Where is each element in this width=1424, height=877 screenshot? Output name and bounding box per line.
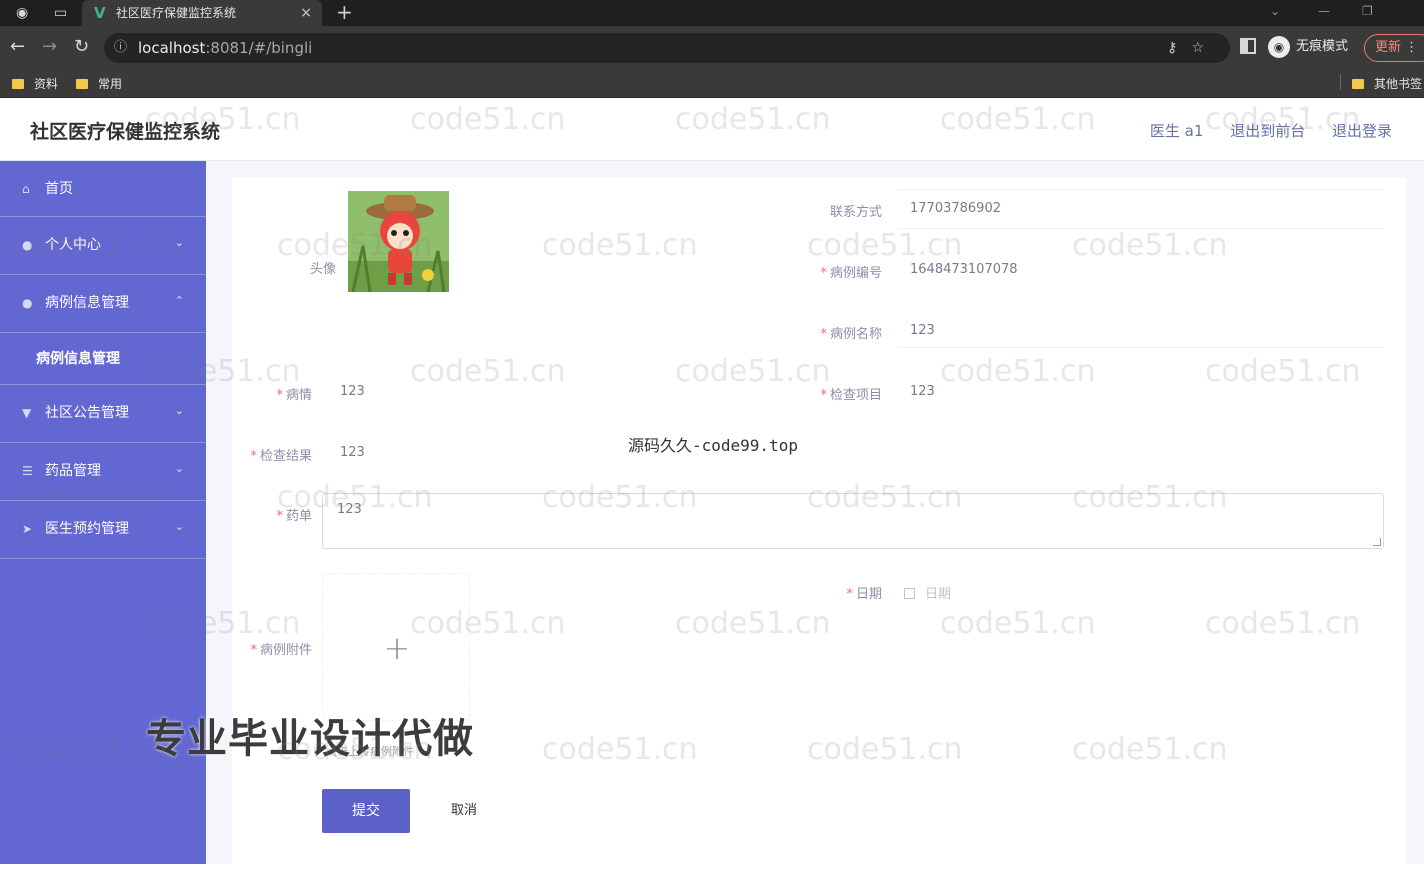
address-bar[interactable]: ⓘ localhost:8081/#/bingli ⚷☆ [104, 33, 1230, 63]
bookmarks-divider [1340, 74, 1341, 90]
sidebar-item-drug-management[interactable]: ☰ 药品管理 ⌄ [0, 443, 206, 501]
tab-title: 社区医疗保健监控系统 [116, 6, 237, 20]
prescription-textarea[interactable]: 123 [322, 493, 1384, 549]
divider [898, 347, 1384, 348]
browser-tab[interactable]: V 社区医疗保健监控系统 × [82, 0, 322, 26]
sidebar-item-home[interactable]: ⌂ 首页 [0, 161, 206, 217]
chevron-up-icon: ⌃ [174, 294, 184, 307]
chevron-down-icon: ⌄ [174, 462, 184, 475]
case-no-field[interactable]: 1648473107078 [910, 262, 1018, 277]
prescription-label: * 药单 [276, 509, 312, 524]
back-icon[interactable]: ← [10, 36, 25, 58]
list-icon: ☰ [22, 464, 33, 478]
exam-result-label: * 检查结果 [250, 449, 312, 464]
plus-icon: + [383, 629, 411, 667]
avatar-cartoon-icon [348, 191, 449, 292]
divider [898, 189, 1384, 190]
date-picker[interactable]: 日期 [904, 583, 951, 602]
reload-icon[interactable]: ↻ [74, 36, 89, 58]
bookmark-folder[interactable]: 常用 [76, 73, 122, 95]
incognito-indicator[interactable]: ◉ 无痕模式 [1268, 35, 1348, 59]
browser-tab-strip: ◉ ▭ V 社区医疗保健监控系统 × + ⌄ — ❐ [0, 0, 1424, 26]
browser-toolbar: ← → ↻ ⓘ localhost:8081/#/bingli ⚷☆ ◉ 无痕模式… [0, 26, 1424, 70]
case-name-field[interactable]: 123 [910, 323, 935, 338]
browser-menu-icon[interactable]: ◉ [16, 0, 28, 26]
vue-logo-icon: V [94, 4, 106, 22]
back-to-front-link[interactable]: 退出到前台 [1230, 122, 1305, 140]
bookmark-star-icon[interactable]: ☆ [1191, 40, 1218, 56]
chevron-down-icon: ⌄ [174, 236, 184, 249]
other-bookmarks[interactable]: 其他书签 [1352, 73, 1422, 95]
promo-watermark: 专业毕业设计代做 [146, 716, 474, 762]
sidebar-item-case-management[interactable]: ● 病例信息管理 ⌃ [0, 275, 206, 333]
bookmark-folder[interactable]: 资料 [12, 73, 58, 95]
attachment-uploader[interactable]: + [322, 573, 470, 721]
exam-item-field[interactable]: 123 [910, 384, 935, 399]
center-watermark: 源码久久-code99.top [628, 436, 798, 455]
incognito-icon: ◉ [1268, 35, 1290, 58]
chevron-down-icon: ⌄ [174, 404, 184, 417]
tab-close-icon[interactable]: × [300, 0, 312, 26]
site-info-icon[interactable]: ⓘ [114, 33, 127, 63]
submit-button[interactable]: 提交 [322, 789, 410, 833]
condition-field[interactable]: 123 [340, 384, 365, 399]
pin-icon: ▼ [22, 406, 32, 420]
tab-search-icon[interactable]: ▭ [54, 0, 67, 26]
case-form: 头像 联系方式 17703786902 * 病例编号 1648473107078… [232, 177, 1406, 877]
app-header: 社区医疗保健监控系统 医生 a1 退出到前台 退出登录 [0, 99, 1424, 161]
minimize-icon[interactable]: — [1318, 0, 1330, 22]
user-icon: ● [22, 296, 33, 310]
sidebar-item-appointment-management[interactable]: ➤ 医生预约管理 ⌄ [0, 501, 206, 559]
contact-field[interactable]: 17703786902 [910, 201, 1001, 216]
restore-icon[interactable]: ❐ [1362, 0, 1373, 22]
folder-icon [12, 79, 24, 89]
sidebar-item-label: 个人中心 [45, 237, 101, 253]
logout-link[interactable]: 退出登录 [1332, 122, 1392, 140]
avatar-label: 头像 [309, 262, 336, 277]
sidebar-item-notice-management[interactable]: ▼ 社区公告管理 ⌄ [0, 385, 206, 443]
sidebar-item-label: 医生预约管理 [45, 521, 129, 537]
attachment-label: * 病例附件 [250, 643, 312, 658]
submenu-item-case-management[interactable]: 病例信息管理 [0, 333, 206, 385]
chevron-down-icon: ⌄ [174, 520, 184, 533]
sidebar-item-label: 病例信息管理 [45, 295, 129, 311]
sidebar-item-label: 首页 [45, 181, 73, 197]
exam-result-field[interactable]: 123 [340, 445, 365, 460]
sidebar-item-label: 药品管理 [45, 463, 101, 479]
home-icon: ⌂ [22, 182, 30, 196]
incognito-label: 无痕模式 [1296, 39, 1349, 54]
key-icon[interactable]: ⚷ [1167, 40, 1191, 56]
app-title: 社区医疗保健监控系统 [30, 121, 221, 143]
avatar-image [348, 191, 449, 292]
sidebar-item-label: 社区公告管理 [45, 405, 129, 421]
folder-icon [1352, 79, 1364, 89]
send-icon: ➤ [22, 522, 33, 536]
resize-handle-icon[interactable] [1373, 538, 1381, 546]
condition-label: * 病情 [276, 388, 312, 403]
forward-icon[interactable]: → [42, 36, 57, 58]
case-name-label: * 病例名称 [820, 327, 882, 342]
case-no-label: * 病例编号 [820, 266, 882, 281]
side-panel-icon[interactable] [1240, 38, 1256, 54]
divider [898, 228, 1384, 229]
new-tab-button[interactable]: + [336, 0, 353, 24]
cancel-button[interactable]: 取消 [432, 789, 496, 833]
calendar-icon [904, 588, 915, 599]
tab-list-icon[interactable]: ⌄ [1270, 0, 1280, 22]
url-host: localhost [138, 39, 206, 57]
date-label: * 日期 [846, 587, 882, 602]
user-icon: ● [22, 238, 33, 252]
sidebar-item-personal-center[interactable]: ● 个人中心 ⌄ [0, 217, 206, 275]
current-user: 医生 a1 [1149, 122, 1204, 140]
url-path: :8081/#/bingli [205, 39, 313, 57]
exam-item-label: * 检查项目 [820, 388, 882, 403]
update-button[interactable]: 更新 ⋮ [1364, 34, 1424, 62]
folder-icon [76, 79, 88, 89]
bookmarks-bar: 资料 常用 其他书签 [0, 70, 1424, 98]
contact-label: 联系方式 [829, 205, 882, 220]
